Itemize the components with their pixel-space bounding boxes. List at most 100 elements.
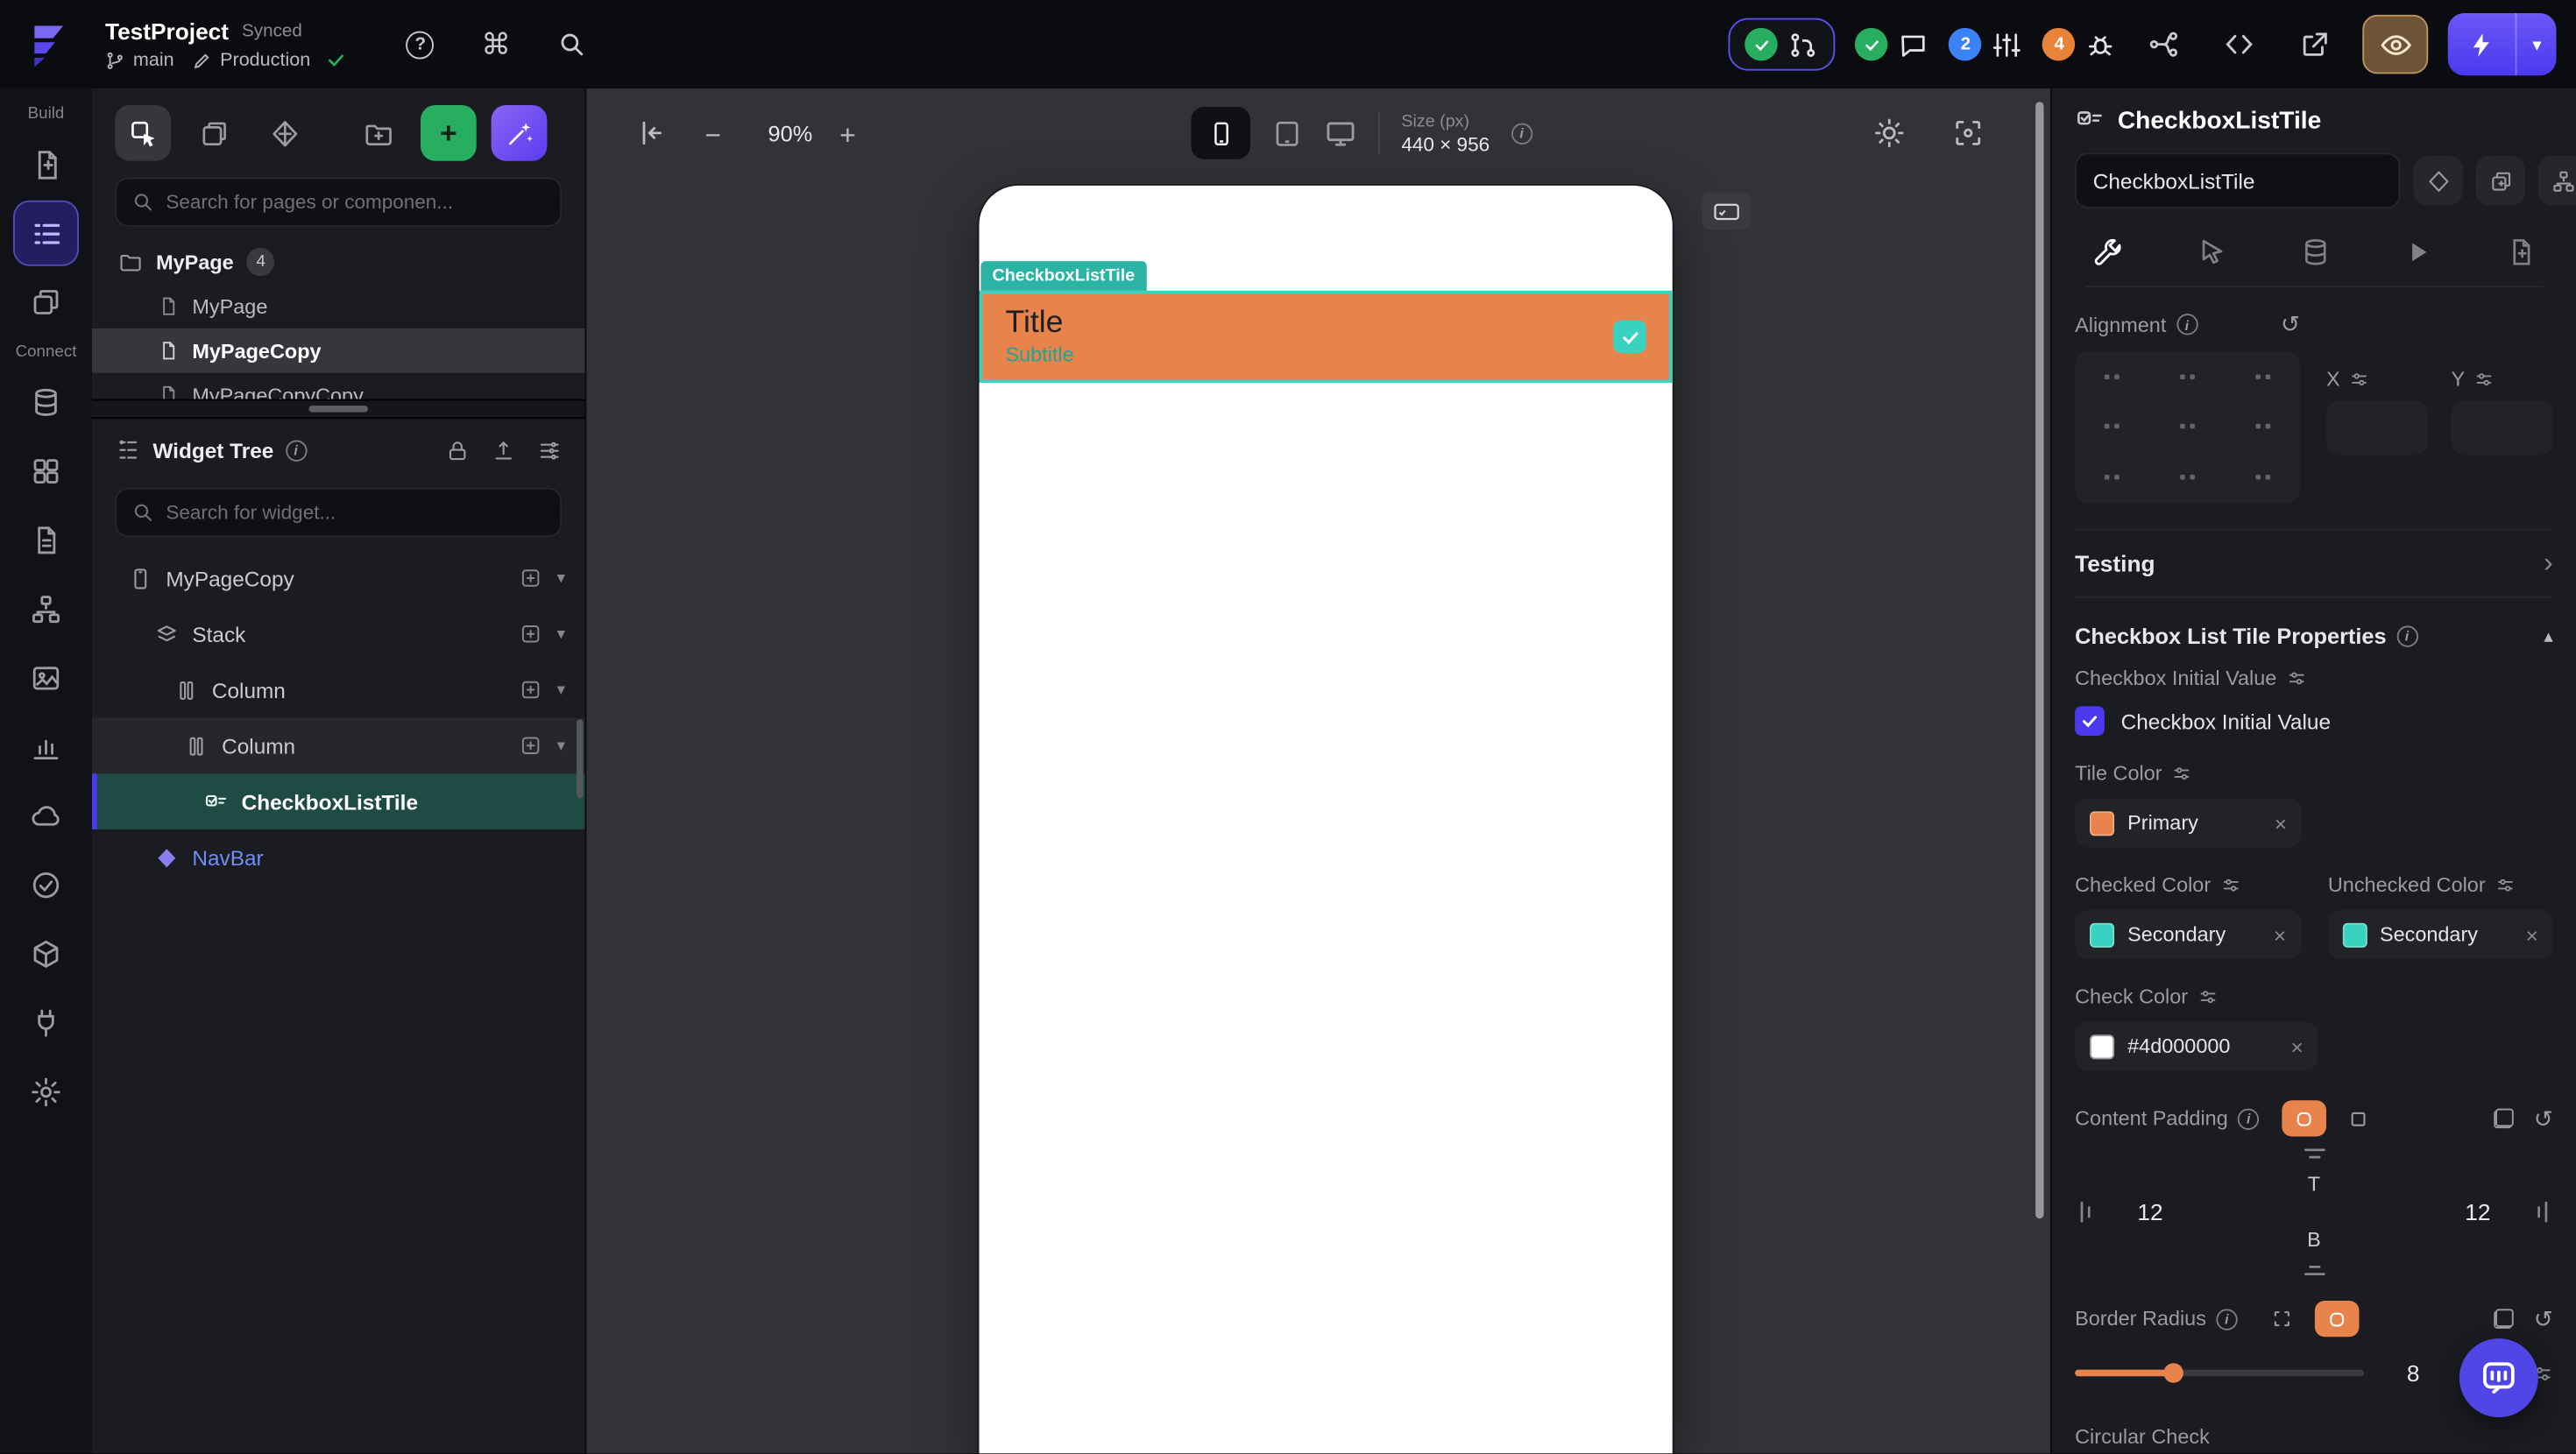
testing-section-row[interactable]: Testing › [2075, 528, 2553, 598]
widget-tree-node-column[interactable]: Column ▾ [92, 717, 585, 774]
support-chat-button[interactable] [2459, 1338, 2538, 1418]
align-center[interactable] [2180, 424, 2195, 430]
theme-tool-button[interactable] [257, 105, 313, 161]
align-bottom-center[interactable] [2180, 475, 2195, 480]
copy-padding-icon[interactable] [2494, 1108, 2515, 1129]
command-palette-button[interactable]: ⌘ [478, 26, 513, 62]
padding-individual-button[interactable] [2337, 1100, 2381, 1136]
expand-caret-icon[interactable]: ▾ [557, 569, 565, 588]
widget-tree-node-stack[interactable]: Stack ▾ [92, 606, 585, 662]
widget-tree-node-navbar[interactable]: NavBar [92, 829, 585, 886]
device-phone-button[interactable] [1191, 106, 1250, 159]
checkbox-list-tile-widget[interactable]: Title Subtitle [979, 290, 1673, 383]
bind-toggle-icon[interactable] [2495, 875, 2516, 895]
align-center-right[interactable] [2254, 424, 2270, 430]
padding-bottom-value[interactable]: B [2307, 1229, 2321, 1252]
expand-caret-icon[interactable]: ▾ [557, 681, 565, 699]
rail-media-button[interactable] [13, 646, 79, 711]
collapse-panel-button[interactable] [636, 116, 669, 150]
issues-status-group[interactable]: 4 [2042, 27, 2117, 61]
align-center-left[interactable] [2105, 424, 2120, 430]
tile-color-chip[interactable]: Primary × [2075, 798, 2302, 848]
todo-status-group[interactable]: 2 [1949, 27, 2023, 61]
tab-animations[interactable] [2403, 236, 2434, 268]
page-item[interactable]: MyPage [92, 284, 585, 328]
check-color-swatch[interactable] [2090, 1034, 2115, 1059]
rail-charts-button[interactable] [13, 715, 79, 780]
y-alignment-input[interactable] [2451, 400, 2553, 455]
rail-integrations-button[interactable] [13, 991, 79, 1056]
align-top-left[interactable] [2105, 374, 2120, 379]
add-folder-button[interactable] [350, 105, 406, 161]
align-bottom-left[interactable] [2105, 475, 2120, 480]
zoom-in-button[interactable]: + [839, 120, 856, 153]
expand-caret-icon[interactable]: ▾ [557, 625, 565, 643]
bind-toggle-icon[interactable] [2220, 875, 2240, 895]
code-view-button[interactable] [2212, 17, 2268, 73]
widget-tree-node-column[interactable]: Column ▾ [92, 662, 585, 718]
widget-tree-node-page[interactable]: MyPageCopy ▾ [92, 550, 585, 606]
open-external-button[interactable] [2288, 17, 2344, 73]
widget-search-input[interactable] [166, 500, 546, 525]
rail-testing-button[interactable] [13, 921, 79, 987]
run-options-button[interactable]: ▾ [2517, 33, 2556, 55]
theme-widget-button[interactable] [2413, 156, 2463, 206]
canvas-settings-button[interactable] [1952, 116, 1985, 150]
tab-backend[interactable] [2299, 236, 2331, 268]
app-logo-icon[interactable] [20, 13, 82, 75]
wrap-widget-button[interactable] [2537, 156, 2576, 206]
search-button[interactable] [554, 26, 590, 62]
add-page-button[interactable]: + [421, 105, 477, 161]
add-widget-icon[interactable] [519, 734, 541, 757]
radius-uniform-button[interactable] [2314, 1301, 2360, 1338]
padding-top-value[interactable]: T [2308, 1173, 2320, 1196]
widget-tree-scrollbar[interactable] [577, 719, 584, 799]
padding-right-handle-icon[interactable] [2533, 1199, 2550, 1225]
copy-widget-button[interactable] [2475, 156, 2525, 206]
ai-generate-button[interactable] [491, 105, 548, 161]
slider-thumb[interactable] [2163, 1363, 2183, 1383]
tile-checkbox[interactable] [1613, 320, 1646, 354]
rail-page-selector-button[interactable] [13, 200, 79, 266]
bind-toggle-icon[interactable] [2350, 370, 2370, 390]
rail-add-page-button[interactable] [13, 131, 79, 197]
checked-color-chip[interactable]: Secondary × [2075, 909, 2301, 959]
run-button[interactable] [2449, 13, 2516, 75]
device-tablet-button[interactable] [1271, 117, 1303, 149]
branch-name[interactable]: main [133, 50, 174, 70]
rail-settings-button[interactable] [13, 1059, 79, 1125]
widget-tree-node-checkboxlisttile[interactable]: CheckboxListTile [92, 773, 585, 829]
bind-toggle-icon[interactable] [2287, 668, 2307, 688]
copy-radius-icon[interactable] [2494, 1309, 2515, 1329]
padding-bottom-handle-icon[interactable] [2301, 1261, 2327, 1278]
help-button[interactable]: ? [402, 26, 438, 62]
expand-caret-icon[interactable]: ▾ [557, 737, 565, 755]
widget-name-input[interactable] [2075, 152, 2401, 209]
environment-name[interactable]: Production [220, 50, 310, 70]
rail-dashboard-button[interactable] [13, 439, 79, 505]
pages-folder-row[interactable]: MyPage 4 [92, 240, 585, 285]
align-top-center[interactable] [2180, 374, 2195, 379]
lock-icon[interactable] [445, 438, 470, 462]
page-item[interactable]: MyPageCopyCopy [92, 373, 585, 399]
align-bottom-right[interactable] [2254, 475, 2270, 480]
design-canvas[interactable]: − 90% + Size (px) 440 × 956 i CheckboxLi… [586, 88, 2050, 1454]
widget-select-tool-button[interactable] [115, 105, 171, 161]
tab-documentation[interactable] [2505, 236, 2537, 268]
clear-color-button[interactable]: × [2291, 1034, 2304, 1058]
add-widget-icon[interactable] [519, 567, 541, 589]
bind-toggle-icon[interactable] [2197, 987, 2218, 1007]
rail-database-button[interactable] [13, 370, 79, 435]
padding-uniform-button[interactable] [2282, 1100, 2327, 1137]
bind-toggle-icon[interactable] [2172, 764, 2192, 784]
bind-toggle-icon[interactable] [2474, 370, 2495, 390]
clear-color-button[interactable]: × [2275, 810, 2287, 835]
initial-value-checkbox-row[interactable]: Checkbox Initial Value [2075, 706, 2553, 736]
radius-individual-button[interactable] [2261, 1301, 2305, 1337]
unchecked-color-chip[interactable]: Secondary × [2326, 909, 2553, 959]
canvas-scrollbar[interactable] [2035, 102, 2044, 1219]
page-item-selected[interactable]: MyPageCopy [92, 328, 585, 373]
zoom-out-button[interactable]: − [704, 120, 721, 153]
add-widget-icon[interactable] [519, 678, 541, 701]
branch-status-pill[interactable] [1729, 18, 1836, 71]
